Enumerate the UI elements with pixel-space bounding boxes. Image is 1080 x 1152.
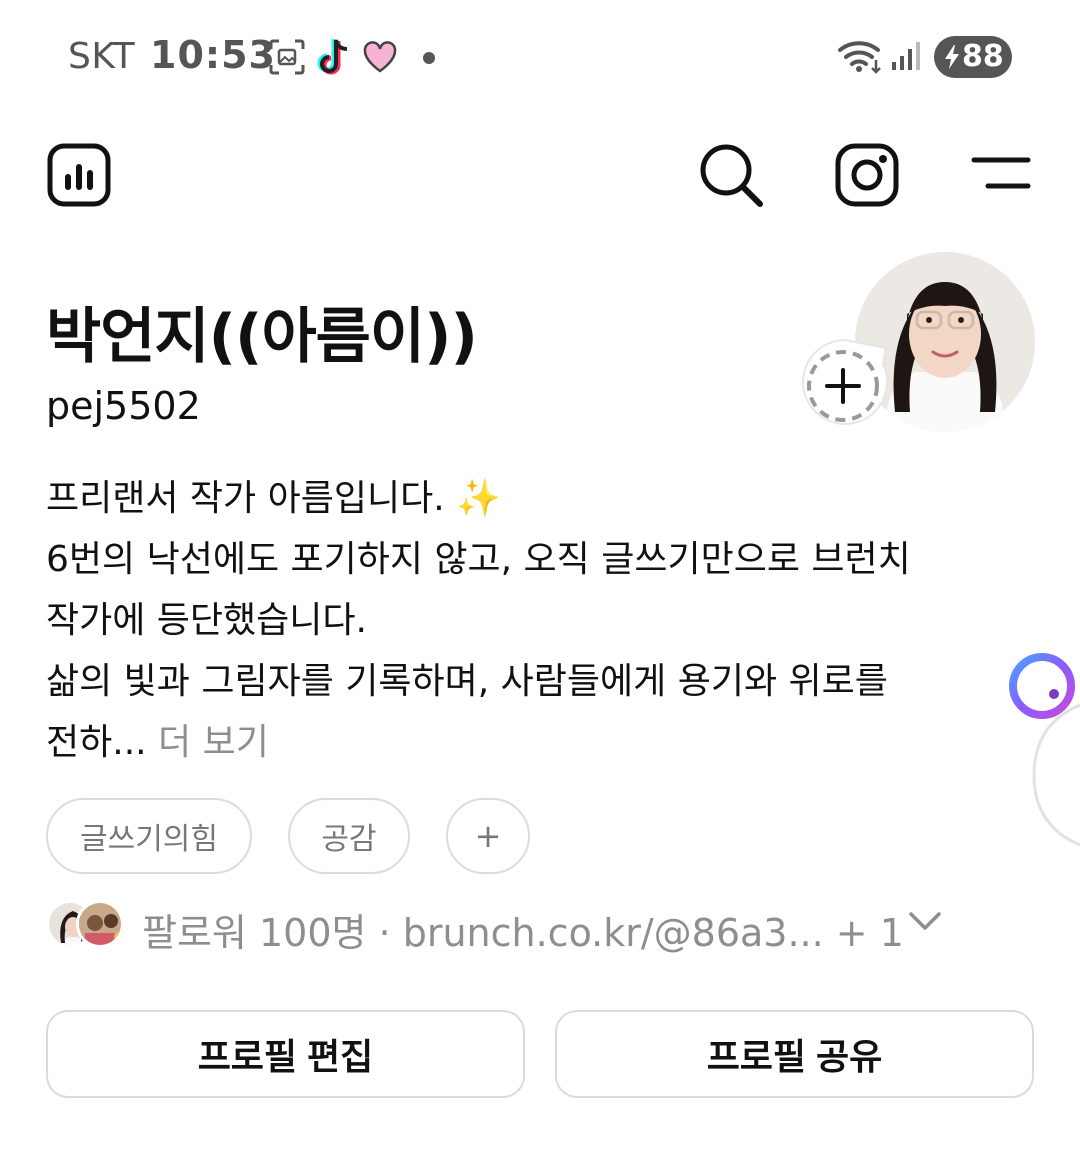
display-name: 박언지((아름이)) xyxy=(46,302,478,372)
chip-empathy[interactable]: 공감 xyxy=(288,798,410,874)
username: pej5502 xyxy=(46,384,201,428)
edge-panel-handle[interactable] xyxy=(1030,700,1080,850)
add-note-button[interactable] xyxy=(796,336,894,434)
bio-ellipsis: ... xyxy=(112,722,147,763)
battery-indicator: 88 xyxy=(934,36,1012,78)
chip-writing-power[interactable]: 글쓰기의힘 xyxy=(46,798,252,874)
profile-link[interactable]: brunch.co.kr/@86a3... xyxy=(403,911,824,955)
follower-avatar xyxy=(76,900,124,948)
wifi-icon xyxy=(836,38,886,78)
bio-line: 프리랜서 작가 아름입니다. ✨ xyxy=(46,478,501,519)
insights-button[interactable] xyxy=(46,142,112,212)
signal-icon xyxy=(890,40,922,76)
followers-count[interactable]: 팔로워 100명 xyxy=(142,911,366,955)
insights-icon xyxy=(47,143,111,207)
more-links-count[interactable]: + 1 xyxy=(824,911,904,955)
battery-level: 88 xyxy=(962,39,1004,74)
bio: 프리랜서 작가 아름입니다. ✨ 6번의 낙선에도 포기하지 않고, 오직 글쓰… xyxy=(46,468,1006,773)
bio-line: 6번의 낙선에도 포기하지 않고, 오직 글쓰기만으로 브런치 xyxy=(46,539,911,580)
tiktok-icon xyxy=(314,36,354,82)
share-profile-button[interactable]: 프로필 공유 xyxy=(555,1010,1034,1098)
bio-line: 삶의 빛과 그림자를 기록하며, 사람들에게 용기와 위로를 xyxy=(46,661,888,702)
see-more-link[interactable]: 더 보기 xyxy=(147,722,269,763)
clock: 10:53 xyxy=(150,33,276,77)
followers-info: 팔로워 100명 · brunch.co.kr/@86a3... + 1 xyxy=(142,902,904,957)
screenshot-icon xyxy=(268,38,306,80)
heart-icon xyxy=(362,40,398,78)
chevron-down-icon[interactable] xyxy=(908,910,942,936)
separator-dot: · xyxy=(366,911,403,955)
edit-profile-button[interactable]: 프로필 편집 xyxy=(46,1010,525,1098)
carrier-label: SKT xyxy=(68,36,136,77)
add-note-icon xyxy=(802,338,888,425)
instagram-button[interactable] xyxy=(834,142,900,212)
status-bar: SKT 10:53 88 xyxy=(0,0,1080,116)
notification-dot xyxy=(423,52,435,64)
search-icon xyxy=(700,144,763,207)
bio-last-line: 전하... 더 보기 xyxy=(46,712,1006,773)
menu-icon xyxy=(971,157,1031,189)
instagram-icon xyxy=(835,143,899,207)
search-button[interactable] xyxy=(698,142,764,212)
bio-line: 작가에 등단했습니다. xyxy=(46,600,367,641)
battery-charging-icon xyxy=(945,45,959,69)
bio-line: 전하 xyxy=(46,722,113,763)
profile-screen: SKT 10:53 88 박언지((아름이)) pej5502 프리랜서 작가 … xyxy=(0,0,1080,1152)
add-chip-button[interactable]: + xyxy=(446,798,530,874)
menu-button[interactable] xyxy=(970,150,1032,200)
